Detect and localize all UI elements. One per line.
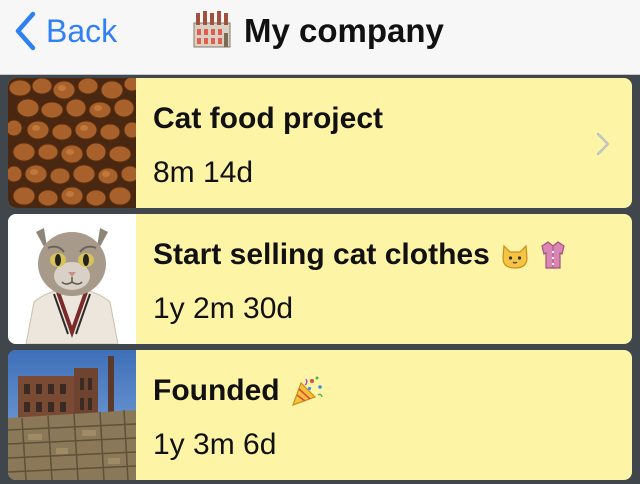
cat-in-suit-image [8, 214, 136, 344]
page-title-text: My company [244, 12, 444, 49]
page-title: My company [192, 10, 444, 52]
factory-icon [192, 9, 232, 54]
list-item[interactable]: Start selling cat clothes 1y 2m 30d [8, 214, 632, 344]
chevron-right-icon [596, 132, 610, 161]
back-label: Back [46, 12, 118, 49]
blouse-icon [540, 240, 566, 270]
row-duration: 1y 3m 6d [153, 428, 277, 461]
cat-face-icon [500, 240, 530, 270]
factory-building-image [8, 350, 136, 480]
cat-food-image [8, 78, 136, 208]
row-title: Founded [153, 374, 324, 408]
row-duration: 1y 2m 30d [153, 292, 294, 325]
party-popper-icon [290, 375, 324, 407]
back-button[interactable]: Back [14, 10, 117, 52]
list-item[interactable]: Cat food project 8m 14d [8, 78, 632, 208]
chevron-left-icon [14, 11, 36, 51]
row-duration: 8m 14d [153, 156, 254, 189]
row-title-text: Start selling cat clothes [153, 238, 490, 271]
row-title: Start selling cat clothes [153, 238, 566, 272]
navigation-bar: Back My company [0, 0, 640, 75]
row-title: Cat food project [153, 102, 383, 135]
list-item[interactable]: Founded 1y 3m 6d [8, 350, 632, 480]
row-title-text: Founded [153, 374, 280, 407]
